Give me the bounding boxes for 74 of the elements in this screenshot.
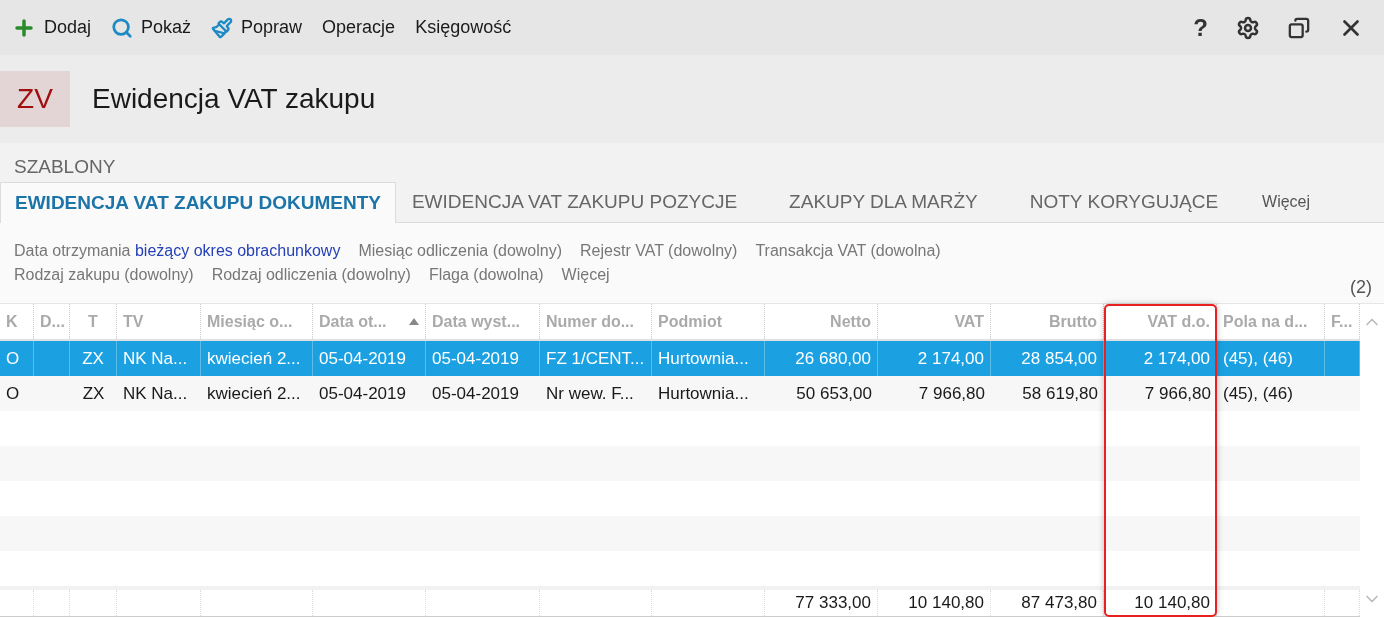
column-header[interactable]: T — [70, 304, 117, 339]
column-header[interactable]: Brutto — [991, 304, 1104, 339]
table-cell-text: (45), (46) — [1223, 347, 1293, 370]
toolbar-button[interactable]: Pokaż — [111, 14, 192, 41]
column-header[interactable]: Podmiot — [652, 304, 765, 339]
table-cell-text: 58 619,80 — [1022, 382, 1098, 405]
column-header[interactable]: VAT d.o. — [1104, 304, 1217, 339]
table-cell-text: kwiecień 2... — [207, 382, 301, 405]
table-cell-text: ZX — [82, 347, 104, 370]
filter-link[interactable]: Miesiąc odliczenia (dowolny) — [358, 239, 563, 263]
column-header[interactable]: D... — [34, 304, 70, 339]
record-count: (2) — [1350, 276, 1372, 299]
toolbar-button[interactable]: Popraw — [211, 14, 303, 41]
tab[interactable]: NOTY KORYGUJĄCE — [1013, 182, 1235, 222]
table-cell-text: FZ 1/CENT... — [546, 347, 645, 370]
table-cell-text: 05-04-2019 — [432, 382, 519, 405]
table-cell-text: 28 854,00 — [1021, 347, 1097, 370]
column-header[interactable]: TV — [117, 304, 201, 339]
filter-link[interactable]: Rodzaj odliczenia (dowolny) — [211, 263, 411, 287]
column-header[interactable]: Pola na d... — [1217, 304, 1325, 339]
table-cell-text: 05-04-2019 — [432, 347, 519, 370]
templates-label: SZABLONY — [13, 155, 117, 179]
total-cell-text: 87 473,80 — [1021, 592, 1097, 615]
table-cell-text: 7 966,80 — [918, 382, 985, 405]
brush-icon — [211, 16, 234, 39]
column-header[interactable]: Netto — [765, 304, 878, 339]
filter-link[interactable]: Rodzaj zakupu (dowolny) — [14, 263, 194, 287]
filter-link[interactable]: Flaga (dowolna) — [428, 263, 544, 287]
filter-link[interactable]: Transakcja VAT (dowolna) — [755, 239, 941, 263]
filter-link[interactable]: Rejestr VAT (dowolny) — [580, 239, 738, 263]
restore-window-icon[interactable] — [1288, 16, 1310, 39]
table-cell-text: 2 174,00 — [917, 347, 984, 370]
filter-link[interactable]: Data otrzymania bieżący okres obrachunkowy — [14, 239, 341, 263]
column-header[interactable]: K — [0, 304, 34, 339]
table-cell-text: Hurtownia... — [658, 347, 749, 370]
tab[interactable]: EWIDENCJA VAT ZAKUPU POZYCJE — [395, 182, 754, 222]
table-cell-text: ZX — [82, 382, 105, 405]
table-cell-text: Nr wew. F... — [546, 382, 634, 405]
filter-link[interactable]: Więcej — [561, 263, 610, 287]
table-cell-text: (45), (46) — [1223, 382, 1293, 405]
table-cell-text: 50 653,00 — [796, 382, 872, 405]
toolbar-button[interactable]: Księgowość — [415, 14, 512, 41]
table-cell-text: 7 966,80 — [1144, 382, 1211, 405]
table-cell-text: 2 174,00 — [1143, 347, 1210, 370]
table-cell-text: NK Na... — [123, 347, 188, 370]
table-cell-text: Hurtownia... — [658, 382, 749, 405]
module-badge: ZV — [0, 71, 70, 127]
table-cell-text: NK Na... — [123, 382, 188, 405]
column-header[interactable]: Numer do... — [540, 304, 652, 339]
column-header[interactable]: Data ot... — [313, 304, 426, 339]
toolbar-button[interactable]: Dodaj — [12, 14, 92, 41]
table-cell-text: O — [6, 382, 20, 405]
table-cell-text: 05-04-2019 — [319, 347, 406, 370]
search-icon — [111, 16, 134, 39]
table-row[interactable]: O ZX NK Na... kwiecień 2... 05-04-2019 05-04-2019 Nr wew. F... Hurtownia... 50 653,00 7 966,80 58 619,80 7 966,80 (45), (46) — [0, 376, 1360, 411]
table-cell-text: 26 680,00 — [795, 347, 871, 370]
more-tabs-link[interactable]: Więcej — [1254, 182, 1319, 222]
help-button[interactable]: ? — [1193, 9, 1208, 46]
table-cell-text: O — [6, 347, 20, 370]
column-header[interactable]: VAT — [878, 304, 991, 339]
column-header[interactable]: Data wyst... — [426, 304, 540, 339]
table-cell-text: kwiecień 2... — [207, 347, 301, 370]
page-title: Ewidencja VAT zakupu — [92, 82, 376, 116]
column-header[interactable]: Miesiąc o... — [201, 304, 313, 339]
table-cell-text: 05-04-2019 — [319, 382, 406, 405]
toolbar-button[interactable]: Operacje — [322, 14, 396, 41]
tab[interactable]: ZAKUPY DLA MARŻY — [773, 182, 994, 222]
total-cell-text: 10 140,80 — [908, 592, 984, 615]
tab[interactable]: EWIDENCJA VAT ZAKUPU DOKUMENTY — [0, 182, 396, 223]
settings-icon[interactable] — [1236, 15, 1260, 40]
total-cell-text: 10 140,80 — [1134, 592, 1210, 615]
column-header[interactable]: F... — [1325, 304, 1360, 339]
table-row[interactable]: O ZX NK Na... kwiecień 2... 05-04-2019 05-04-2019 FZ 1/CENT... Hurtownia... 26 680,00 2 174,00 28 854,00 2 174,00 (45), (46) — [0, 341, 1360, 376]
total-cell-text: 77 333,00 — [795, 592, 871, 615]
